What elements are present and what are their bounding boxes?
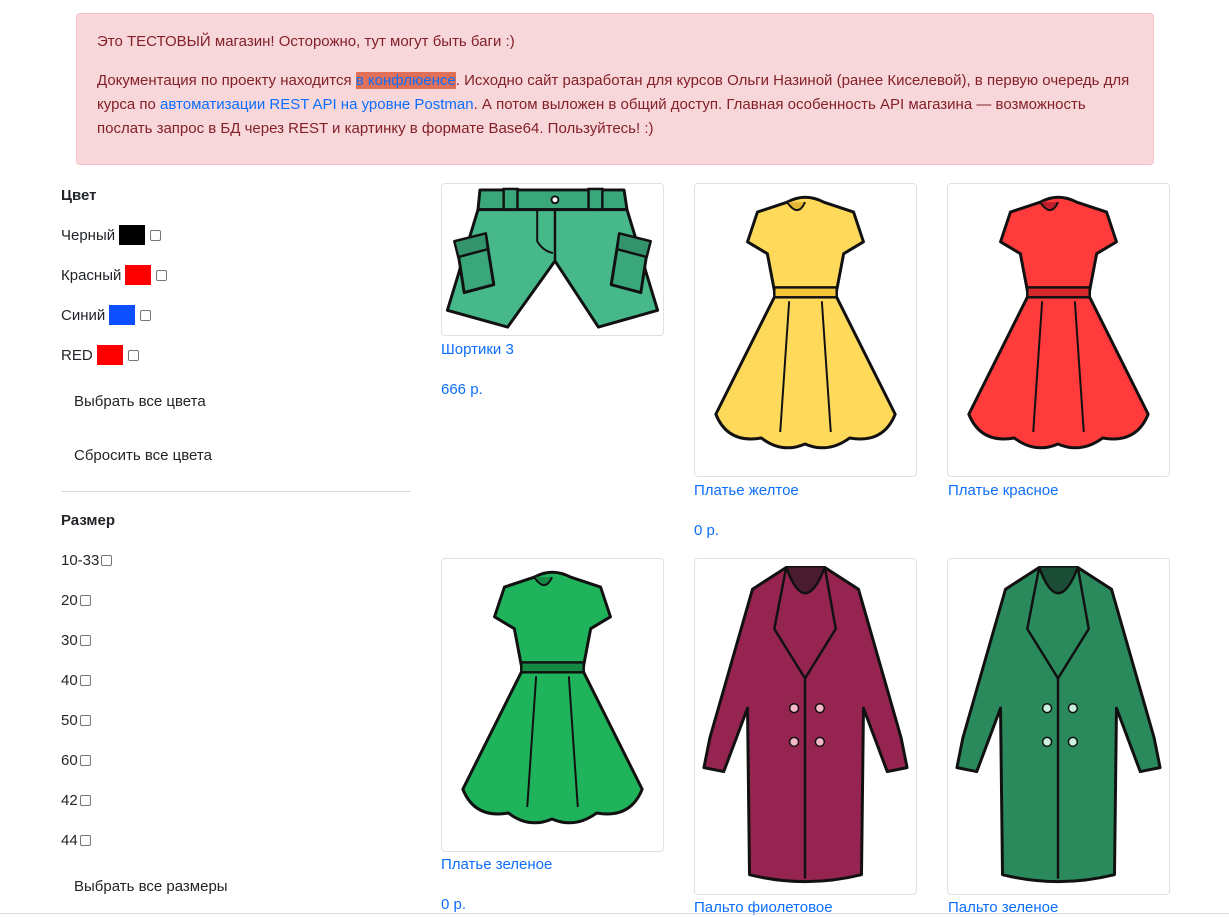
color-checkbox[interactable] [150, 229, 162, 241]
size-filter-option: 10-33 [61, 550, 113, 570]
filters-divider [61, 491, 411, 492]
size-label: 40 [61, 671, 78, 689]
size-label: 30 [61, 631, 78, 649]
product-image-green-coat[interactable] [947, 558, 1170, 895]
size-filter-heading: Размер [61, 512, 116, 529]
size-filter-option: 44 [61, 830, 91, 850]
size-checkbox[interactable] [79, 674, 91, 686]
color-label: Синий [61, 306, 106, 324]
size-label: 60 [61, 751, 78, 769]
size-checkbox[interactable] [79, 834, 91, 846]
size-filter-option: 50 [61, 710, 91, 730]
product-price: 666 р. [441, 381, 483, 398]
coat-icon [955, 565, 1162, 884]
color-swatch [125, 265, 152, 285]
color-filter-red: Красный [61, 265, 168, 285]
color-filter-blue: Синий [61, 305, 152, 325]
select-all-colors-button[interactable]: Выбрать все цвета [74, 393, 206, 410]
test-shop-notice: Это ТЕСТОВЫЙ магазин! Осторожно, тут мог… [76, 13, 1154, 165]
page-bottom-divider [0, 913, 1229, 914]
product-image-green-dress[interactable] [441, 558, 664, 852]
product-image-yellow-dress[interactable] [694, 183, 917, 477]
size-label: 42 [61, 791, 78, 809]
size-filter-option: 30 [61, 630, 91, 650]
size-checkbox[interactable] [79, 714, 91, 726]
size-checkbox[interactable] [79, 594, 91, 606]
color-swatch [119, 225, 146, 245]
product-name[interactable]: Платье желтое [694, 482, 799, 499]
size-label: 50 [61, 711, 78, 729]
color-label: Красный [61, 266, 122, 284]
product-name[interactable]: Шортики 3 [441, 341, 514, 358]
color-checkbox[interactable] [140, 309, 152, 321]
product-image-shorts[interactable] [441, 183, 664, 336]
color-swatch [96, 345, 123, 365]
product-price: 0 р. [441, 896, 467, 913]
size-label: 10-33 [61, 551, 100, 569]
color-checkbox[interactable] [156, 269, 168, 281]
product-name[interactable]: Платье красное [948, 482, 1058, 499]
size-checkbox[interactable] [79, 794, 91, 806]
color-filter-black: Черный [61, 225, 162, 245]
size-filter-option: 60 [61, 750, 91, 770]
shorts-icon [445, 187, 660, 329]
notice-doc-text: Документация по проекту находится [97, 72, 356, 89]
size-checkbox[interactable] [101, 554, 113, 566]
product-image-purple-coat[interactable] [694, 558, 917, 895]
size-filter-option: 20 [61, 590, 91, 610]
reset-all-colors-button[interactable]: Сбросить все цвета [74, 447, 212, 464]
size-filter-option: 42 [61, 790, 91, 810]
color-checkbox[interactable] [127, 349, 139, 361]
color-filter-red-en: RED [61, 345, 139, 365]
product-price: 0 р. [694, 522, 720, 539]
confluence-link[interactable]: в конфлюенсе [355, 72, 456, 89]
product-name[interactable]: Платье зеленое [441, 856, 552, 873]
size-checkbox[interactable] [79, 754, 91, 766]
notice-line: Это ТЕСТОВЫЙ магазин! Осторожно, тут мог… [97, 33, 515, 50]
notice-documentation: Документация по проекту находится в конф… [97, 69, 1133, 141]
dress-icon [967, 195, 1150, 450]
size-label: 44 [61, 831, 78, 849]
postman-course-link[interactable]: автоматизации REST API на уровне Postman [160, 96, 474, 113]
product-image-red-dress[interactable] [947, 183, 1170, 477]
size-filter-option: 40 [61, 670, 91, 690]
dress-icon [461, 570, 644, 825]
size-label: 20 [61, 591, 78, 609]
color-label: Черный [61, 226, 116, 244]
coat-icon [702, 565, 909, 884]
dress-icon [714, 195, 897, 450]
size-checkbox[interactable] [79, 634, 91, 646]
color-label: RED [61, 346, 93, 364]
color-filter-heading: Цвет [61, 187, 97, 204]
select-all-sizes-button[interactable]: Выбрать все размеры [74, 878, 228, 895]
color-swatch [109, 305, 136, 325]
